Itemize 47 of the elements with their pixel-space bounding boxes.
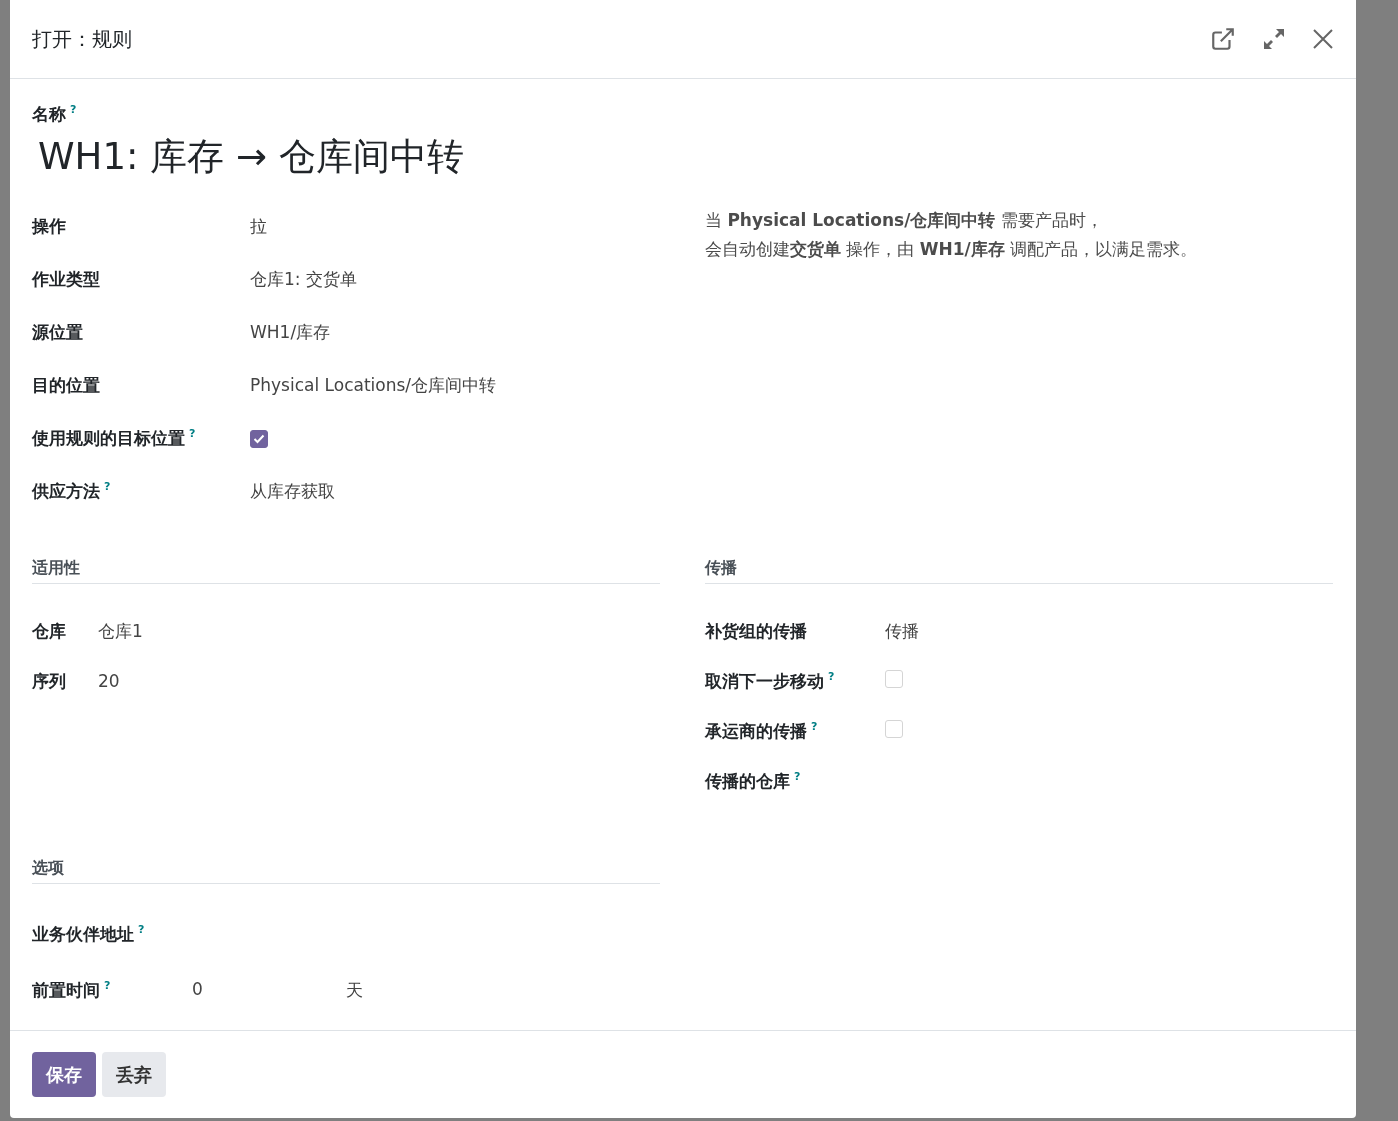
section-title: 传播 [705, 558, 1333, 584]
help-mark: ? [70, 103, 77, 117]
field-label: 取消下一步移动 $^{?}$ [705, 669, 836, 693]
field-value: 从库存获取 [250, 480, 336, 503]
help-mark: ? [811, 719, 818, 733]
field-label: 业务伙伴地址 $^{?}$ [32, 922, 146, 946]
field-value: WH1/库存 [250, 321, 332, 344]
field-label: 名称 $^{?}$ [32, 104, 77, 124]
field-label: 前置时间 $^{?}$ [32, 978, 112, 1002]
field-value: 仓库1 [98, 619, 144, 643]
field-value: 传播 [885, 619, 920, 643]
field-value: 仓库1: 交货单 [250, 268, 358, 291]
help-mark: ? [104, 978, 111, 992]
description-text: 当 Physical Locations/仓库间中转 需要产品时， [705, 209, 1104, 232]
help-mark: ? [138, 922, 145, 936]
field-label: 传播的仓库 $^{?}$ [705, 769, 802, 793]
field-label: 仓库 [32, 619, 67, 643]
field-label: 使用规则的目标位置 $^{?}$ [32, 427, 197, 450]
field-label: 目的位置 [32, 374, 101, 397]
section-title: 适用性 [32, 558, 660, 584]
dialog-title: 打开：规则 [32, 25, 133, 53]
field-label: 供应方法 $^{?}$ [32, 480, 112, 503]
checkmark-icon [253, 434, 265, 444]
field-label: 源位置 [32, 321, 84, 344]
discard-button[interactable]: 丢弃 [102, 1052, 166, 1097]
save-button[interactable]: 保存 [32, 1052, 96, 1097]
checkbox[interactable] [250, 430, 268, 448]
section-title: 选项 [32, 858, 660, 884]
help-mark: ? [189, 427, 196, 441]
field-label: 序列 [32, 669, 67, 693]
help-mark: ? [828, 669, 835, 683]
help-mark: ? [794, 769, 801, 783]
close-icon[interactable] [1312, 28, 1334, 50]
field-value: 0 [191, 978, 204, 1001]
field-value: 拉 [250, 215, 268, 238]
external-link-icon[interactable] [1210, 26, 1236, 52]
field-label: 补货组的传播 [705, 619, 808, 643]
description-text: 会自动创建交货单 操作，由 WH1/库存 调配产品，以满足需求。 [705, 238, 1199, 261]
field-value: 20 [98, 671, 121, 691]
field-value: Physical Locations/仓库间中转 [250, 374, 498, 397]
field-label: 承运商的传播 $^{?}$ [705, 719, 819, 743]
expand-icon[interactable] [1262, 27, 1286, 51]
unit-label: 天 [346, 978, 363, 1002]
field-label: 作业类型 [32, 268, 101, 291]
field-label: 操作 [32, 215, 67, 238]
record-name: WH1: 库存 → 仓库间中转 [38, 134, 465, 180]
help-mark: ? [104, 480, 111, 494]
